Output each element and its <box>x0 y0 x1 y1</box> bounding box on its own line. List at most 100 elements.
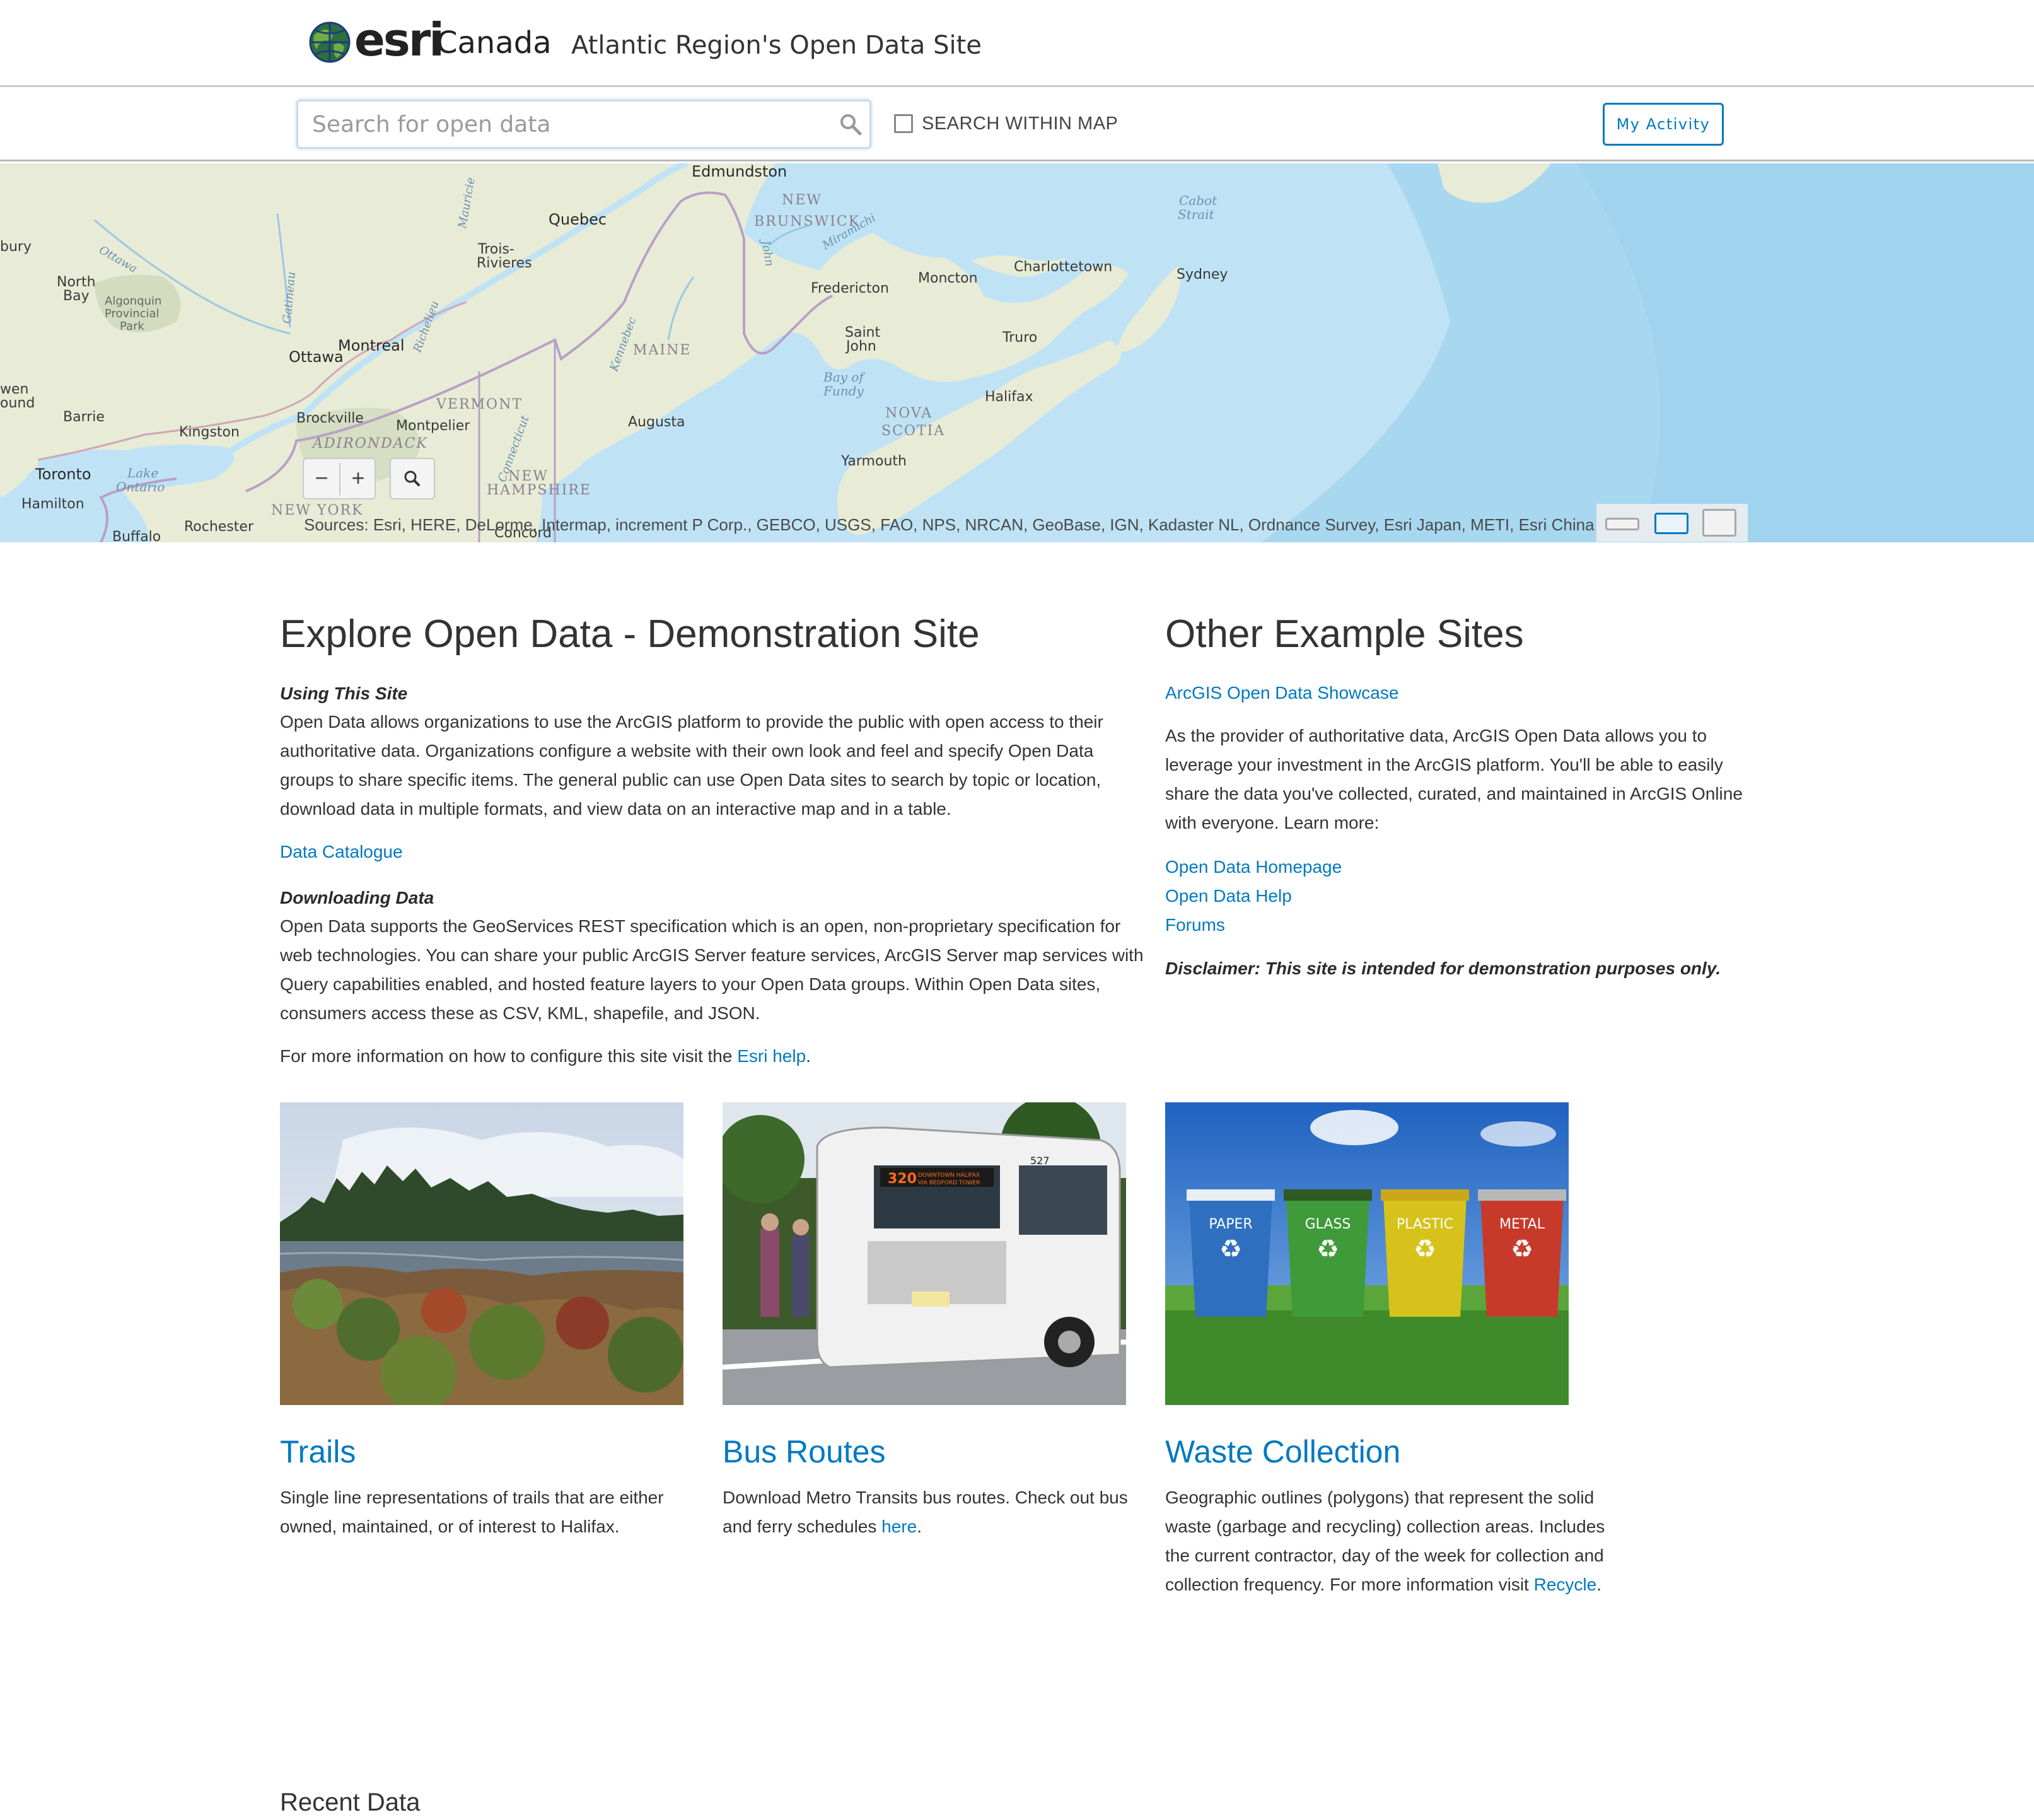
waste-collection-title[interactable]: Waste Collection <box>1165 1432 1400 1472</box>
map-label-buffalo: Buffalo <box>112 529 161 542</box>
map-label-truro: Truro <box>1002 330 1038 346</box>
recycling-bins-photo: PAPER GLASS PLASTIC METAL ♻ ♻ ♻ ♻ <box>1165 1102 1569 1405</box>
recent-data-title: Recent Data <box>280 1788 421 1816</box>
map-label-ottawa: Ottawa <box>289 348 344 366</box>
map-label-yarmouth: Yarmouth <box>841 453 907 469</box>
trails-image[interactable] <box>280 1102 683 1405</box>
map-search-button[interactable] <box>390 458 435 499</box>
waste-collection-image[interactable]: PAPER GLASS PLASTIC METAL ♻ ♻ ♻ ♻ <box>1165 1102 1569 1405</box>
map-label-lake-ontario-2: Ontario <box>116 479 165 494</box>
recycle-icon: ♻ <box>1511 1235 1533 1264</box>
my-activity-button[interactable]: My Activity <box>1603 103 1724 146</box>
zoom-in-icon[interactable]: + <box>340 459 376 498</box>
recycle-icon: ♻ <box>1219 1235 1242 1264</box>
basemap-switch-icon[interactable] <box>1702 509 1736 537</box>
showcase-link[interactable]: ArcGIS Open Data Showcase <box>1165 679 1398 708</box>
schedules-here-link[interactable]: here <box>881 1517 917 1536</box>
search-input[interactable] <box>312 108 829 141</box>
map-label-edmundston: Edmundston <box>692 163 787 180</box>
map-label-montpelier: Montpelier <box>396 418 470 434</box>
recycle-icon: ♻ <box>1414 1235 1436 1264</box>
map-label-moncton: Moncton <box>918 271 978 286</box>
brand-logo-text: esri <box>354 13 445 66</box>
zoom-out-icon[interactable]: − <box>304 459 339 498</box>
map-label-sydney: Sydney <box>1177 267 1228 283</box>
map-label-augusta: Augusta <box>628 414 685 430</box>
map-label-nova-scotia-2: SCOTIA <box>881 423 946 439</box>
data-catalogue-link[interactable]: Data Catalogue <box>280 837 403 866</box>
explore-title: Explore Open Data - Demonstration Site <box>280 612 980 656</box>
other-sites-title: Other Example Sites <box>1165 612 1524 656</box>
zoom-control: − + <box>303 458 376 499</box>
bus-routes-image[interactable]: 320 DOWNTOWN HALIFAX VIA BEDFORD TOWER 5… <box>723 1102 1126 1405</box>
search-box <box>296 100 871 149</box>
bus-fleet-number: 527 <box>1030 1155 1050 1167</box>
brand-suffix: Canada <box>436 25 552 61</box>
disclaimer: Disclaimer: This site is intended for de… <box>1165 959 1721 978</box>
waste-collection-description: Geographic outlines (polygons) that repr… <box>1165 1483 1607 1599</box>
search-icon[interactable] <box>839 113 862 136</box>
map-label-bury: bury <box>0 239 32 255</box>
bin-label-paper: PAPER <box>1209 1216 1252 1232</box>
basemap-switch-icon[interactable] <box>1605 518 1639 530</box>
map-attribution: Sources: Esri, HERE, DeLorme, Intermap, … <box>304 515 1596 534</box>
map-label-trois-rivieres-2: Rivieres <box>477 255 532 271</box>
trails-title[interactable]: Trails <box>280 1432 356 1472</box>
map-label-vermont: VERMONT <box>436 397 523 412</box>
bus-photo: 320 DOWNTOWN HALIFAX VIA BEDFORD TOWER 5… <box>723 1102 1126 1405</box>
bus-routes-text: Download Metro Transits bus routes. Chec… <box>723 1488 1128 1536</box>
waste-collection-text-suffix: . <box>1596 1575 1601 1594</box>
bin-label-glass: GLASS <box>1305 1216 1351 1232</box>
map-label-kingston: Kingston <box>179 424 240 440</box>
other-sites-text: As the provider of authoritative data, A… <box>1165 726 1743 832</box>
esri-help-link[interactable]: Esri help <box>737 1046 806 1066</box>
map-label-maine: MAINE <box>633 342 692 358</box>
trails-photo <box>280 1102 683 1405</box>
map-label-north-bay-2: Bay <box>63 288 90 304</box>
map-view[interactable]: Edmundston NEW BRUNSWICK Quebec Trois- R… <box>0 163 2034 542</box>
bus-routes-title[interactable]: Bus Routes <box>723 1432 885 1472</box>
map-label-adirondack: ADIRONDACK <box>313 436 428 452</box>
map-label-montreal: Montreal <box>338 337 405 354</box>
map-label-new-hampshire-2: HAMPSHIRE <box>487 482 591 498</box>
map-label-halifax: Halifax <box>985 389 1033 405</box>
bin-label-metal: METAL <box>1499 1216 1545 1232</box>
map-label-new-brunswick-1: NEW <box>782 192 822 208</box>
map-label-bay-fundy-2: Fundy <box>823 383 864 399</box>
map-label-saint-john-2: John <box>846 339 876 354</box>
site-header: esri Canada Atlantic Region's Open Data … <box>0 0 2034 87</box>
bus-sign-number: 320 <box>888 1171 917 1187</box>
forums-link[interactable]: Forums <box>1165 911 1225 940</box>
open-data-homepage-link[interactable]: Open Data Homepage <box>1165 853 1342 882</box>
map-label-charlottetown: Charlottetown <box>1014 259 1113 275</box>
using-text: Open Data allows organizations to use th… <box>280 712 1103 819</box>
basemap-switch-icon[interactable] <box>1654 513 1688 534</box>
bus-routes-text-suffix: . <box>917 1517 922 1536</box>
map-label-algonquin-3: Park <box>120 320 144 333</box>
bus-sign-text-1: DOWNTOWN HALIFAX <box>918 1172 980 1179</box>
trails-description: Single line representations of trails th… <box>280 1488 664 1536</box>
site-title: Atlantic Region's Open Data Site <box>571 31 982 60</box>
recycle-icon: ♻ <box>1316 1235 1339 1264</box>
map-label-hamilton: Hamilton <box>21 496 84 512</box>
search-toolbar: SEARCH WITHIN MAP My Activity <box>0 87 2034 161</box>
search-within-map-label[interactable]: SEARCH WITHIN MAP <box>922 111 1118 136</box>
bus-routes-description: Download Metro Transits bus routes. Chec… <box>723 1483 1132 1541</box>
map-search-icon <box>404 470 420 486</box>
map-label-barrie: Barrie <box>63 409 105 425</box>
open-data-help-link[interactable]: Open Data Help <box>1165 882 1292 911</box>
more-info-suffix: . <box>806 1046 811 1066</box>
map-label-fredericton: Fredericton <box>811 281 889 296</box>
more-info-text: For more information on how to configure… <box>280 1042 1156 1071</box>
map-label-rochester: Rochester <box>184 519 253 535</box>
downloading-heading: Downloading Data <box>280 888 434 907</box>
globe-logo-icon <box>309 21 351 63</box>
map-label-quebec: Quebec <box>549 211 607 228</box>
map-label-wen-2: ound <box>0 395 35 411</box>
using-heading: Using This Site <box>280 684 408 703</box>
bus-sign-text-2: VIA BEDFORD TOWER <box>918 1180 980 1186</box>
map-label-nova-scotia-1: NOVA <box>885 405 933 421</box>
search-within-map-checkbox[interactable] <box>894 114 913 133</box>
map-label-cabot-2: Strait <box>1178 207 1214 222</box>
recycle-link[interactable]: Recycle <box>1534 1575 1597 1594</box>
